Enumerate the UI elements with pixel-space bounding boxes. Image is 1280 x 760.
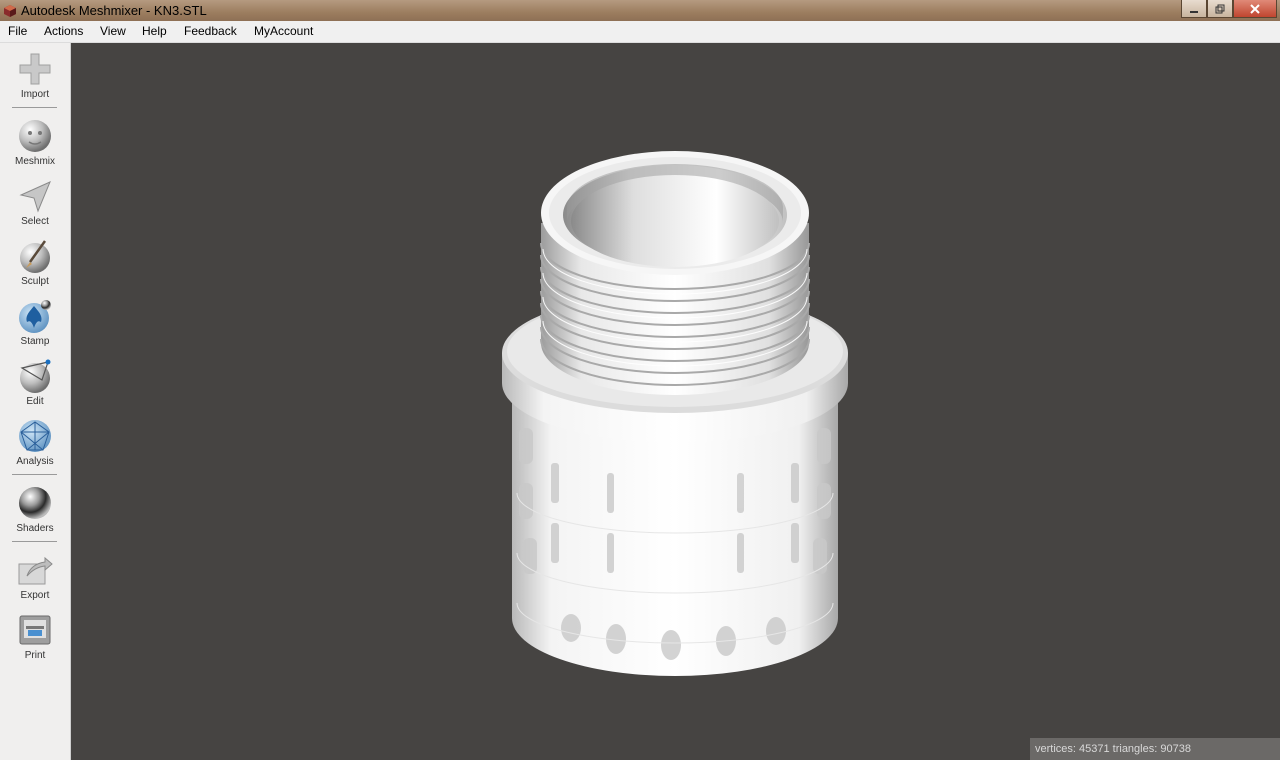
tool-meshmix[interactable]: Meshmix <box>0 118 70 167</box>
toolbar-divider <box>12 107 57 108</box>
tool-analysis[interactable]: Analysis <box>0 418 70 467</box>
sculpt-icon <box>20 240 50 273</box>
menu-actions[interactable]: Actions <box>44 24 83 38</box>
shaders-icon <box>19 487 51 519</box>
analysis-icon <box>19 420 51 452</box>
close-icon <box>1250 3 1260 14</box>
import-icon <box>19 53 51 85</box>
meshmix-icon <box>19 120 51 152</box>
close-button[interactable] <box>1233 0 1277 18</box>
menu-feedback[interactable]: Feedback <box>184 24 237 38</box>
select-icon <box>19 181 51 213</box>
meshmixer-logo-icon <box>4 5 16 17</box>
tool-label: Meshmix <box>14 156 55 167</box>
mesh-model[interactable] <box>71 43 1280 760</box>
restore-button[interactable] <box>1207 0 1233 18</box>
print-icon <box>19 615 51 645</box>
tool-label: Edit <box>26 396 44 407</box>
window-title: Autodesk Meshmixer - KN3.STL <box>21 3 207 18</box>
stamp-icon <box>19 300 51 333</box>
tool-sculpt[interactable]: Sculpt <box>0 238 70 287</box>
3d-viewport[interactable]: vertices: 45371 triangles: 90738 <box>71 43 1280 760</box>
tool-label: Shaders <box>16 523 54 534</box>
tool-import[interactable]: Import <box>0 51 70 100</box>
toolbar-divider <box>12 541 57 542</box>
menu-bar: File Actions View Help Feedback MyAccoun… <box>0 21 1280 43</box>
restore-icon <box>1215 4 1225 13</box>
menu-view[interactable]: View <box>100 24 126 38</box>
tool-export[interactable]: Export <box>0 552 70 601</box>
status-bar: vertices: 45371 triangles: 90738 <box>1030 738 1280 760</box>
left-toolbar: Import Meshmix Select Sculpt Stamp Edit … <box>0 43 71 760</box>
tool-print[interactable]: Print <box>0 612 70 661</box>
tool-shaders[interactable]: Shaders <box>0 485 70 534</box>
menu-help[interactable]: Help <box>142 24 167 38</box>
toolbar-divider <box>12 474 57 475</box>
edit-icon <box>20 359 51 393</box>
export-icon <box>18 556 53 585</box>
tool-stamp[interactable]: Stamp <box>0 298 70 347</box>
tool-edit[interactable]: Edit <box>0 358 70 407</box>
tool-label: Import <box>20 89 50 100</box>
menu-file[interactable]: File <box>8 24 27 38</box>
tool-label: Stamp <box>20 336 50 347</box>
tool-label: Analysis <box>16 456 54 467</box>
tool-label: Sculpt <box>21 276 49 287</box>
menu-myaccount[interactable]: MyAccount <box>254 24 313 38</box>
tool-select[interactable]: Select <box>0 178 70 227</box>
tool-label: Select <box>21 216 49 227</box>
mesh-stats: vertices: 45371 triangles: 90738 <box>1035 743 1191 755</box>
tool-label: Export <box>20 590 50 601</box>
minimize-icon <box>1190 10 1198 13</box>
title-bar: Autodesk Meshmixer - KN3.STL <box>0 0 1280 21</box>
tool-label: Print <box>24 650 46 661</box>
minimize-button[interactable] <box>1181 0 1207 18</box>
